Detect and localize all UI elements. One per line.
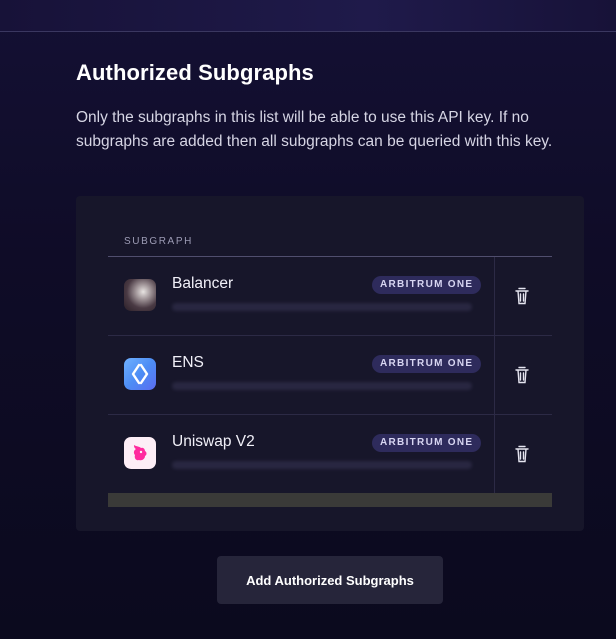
section-description: Only the subgraphs in this list will be …: [76, 109, 553, 150]
trash-icon[interactable]: [514, 287, 530, 305]
header-divider: [0, 31, 616, 32]
table-row: Balancer ARBITRUM ONE: [108, 257, 552, 336]
subgraph-id-redacted: [172, 461, 472, 469]
subgraph-name: ENS: [172, 354, 204, 371]
actions-column-divider: [494, 257, 495, 493]
section-title: Authorized Subgraphs: [76, 60, 314, 85]
subgraph-id-redacted: [172, 303, 472, 311]
column-header-subgraph: SUBGRAPH: [124, 236, 193, 247]
top-header-strip: [0, 0, 616, 31]
trash-icon[interactable]: [514, 445, 530, 463]
table-row: Uniswap V2 ARBITRUM ONE: [108, 415, 552, 494]
subgraph-name: Balancer: [172, 275, 234, 292]
ens-logo-icon: [124, 358, 156, 390]
network-badge: ARBITRUM ONE: [372, 434, 482, 452]
subgraph-id-redacted: [172, 382, 472, 390]
balancer-logo-icon: [124, 279, 156, 311]
table-row: ENS ARBITRUM ONE: [108, 336, 552, 415]
horizontal-scrollbar[interactable]: [108, 493, 552, 507]
network-badge: ARBITRUM ONE: [372, 276, 482, 294]
network-badge: ARBITRUM ONE: [372, 355, 482, 373]
uniswap-logo-icon: [124, 437, 156, 469]
add-authorized-subgraphs-button[interactable]: Add Authorized Subgraphs: [217, 556, 443, 604]
trash-icon[interactable]: [514, 366, 530, 384]
subgraph-name: Uniswap V2: [172, 433, 255, 450]
